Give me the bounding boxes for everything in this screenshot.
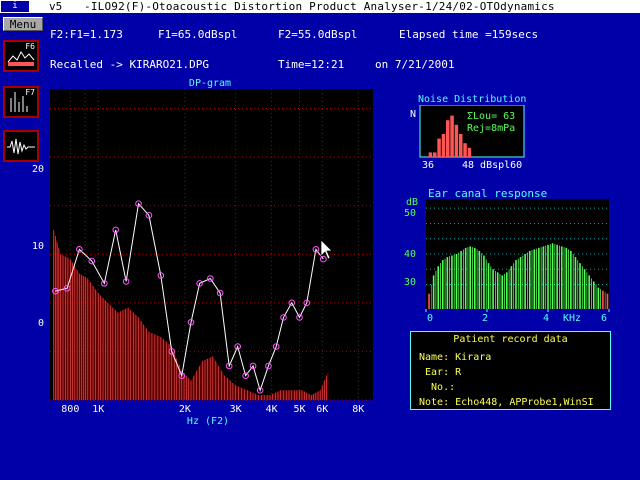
f2-level: F2=55.0dBspl — [278, 28, 358, 41]
patient-record-title: Patient record data — [453, 334, 568, 345]
dpgram-icon — [7, 51, 35, 66]
y-tick-label: 0 — [38, 318, 44, 329]
record-time: Time=12:21 — [278, 58, 345, 71]
system-menu-button[interactable]: i — [1, 1, 29, 12]
elapsed-time: Elapsed time =159secs — [399, 28, 539, 41]
noise-bar — [433, 152, 437, 157]
dpgram-tool-button[interactable]: F6 — [3, 40, 39, 72]
recalled-file: Recalled -> KIRARO21.DPG — [50, 58, 209, 71]
noise-bar — [441, 134, 446, 157]
ear-y-unit: dB — [406, 197, 418, 208]
x-tick-label: 3K — [230, 404, 242, 415]
noise-bar — [454, 124, 459, 157]
noise-x-tick: 36 — [422, 160, 434, 171]
noise-bar — [467, 147, 472, 157]
ear-plot-area — [426, 199, 609, 309]
note-label: Note: — [419, 397, 450, 408]
title-bar: i v5 -ILO92(F)-Otoacoustic Distortion Pr… — [0, 0, 640, 13]
record-date: on 7/21/2001 — [375, 58, 455, 71]
x-tick-label: 8K — [352, 404, 364, 415]
patient-no-row: No.: — [419, 382, 461, 393]
x-tick-label: 800 — [61, 404, 79, 415]
noise-y-label: N — [410, 109, 416, 120]
noise-bar — [450, 115, 454, 157]
window-title: -ILO92(F)-Otoacoustic Distortion Product… — [84, 0, 555, 13]
dpgram-chart: DP-gram 20 10 0 800 1K 2K 3K 4K 5K 6K 8K Hz (F2… — [32, 78, 373, 427]
ear-x-tick: 2 — [482, 313, 488, 324]
dpgram-title: DP-gram — [189, 78, 231, 89]
name-label: Name: — [419, 352, 450, 363]
x-tick-label: 5K — [293, 404, 305, 415]
ear-x-tick: 4 — [543, 313, 549, 324]
noise-bar — [459, 134, 463, 157]
dpgram-y-ticks: 20 10 0 — [32, 164, 44, 329]
ear-y-tick: 50 — [404, 208, 416, 219]
ear-label: Ear: — [419, 367, 450, 378]
f1-level: F1=65.0dBspl — [158, 28, 238, 41]
no-label: No.: — [419, 382, 456, 393]
patient-name-row: Name: Kirara — [419, 352, 491, 363]
noise-bar — [446, 120, 450, 157]
y-tick-label: 20 — [32, 164, 44, 175]
ear-x-tick: 0 — [427, 313, 433, 324]
noise-bar — [437, 138, 441, 157]
note-value: Echo448, APProbe1,WinSI — [455, 397, 594, 408]
name-value: Kirara — [455, 352, 492, 363]
noise-bar — [463, 143, 467, 157]
noise-distribution-chart: N ΣLou= 63 Rej=8mPa 36 48 dBspl60 — [410, 105, 525, 171]
f2-f1-ratio: F2:F1=1.173 — [50, 28, 123, 41]
noise-x-tick: 48 dBspl60 — [462, 160, 522, 171]
x-tick-label: 1K — [92, 404, 104, 415]
x-tick-label: 2K — [179, 404, 191, 415]
patient-note-row: Note: Echo448, APProbe1,WinSI — [419, 397, 594, 408]
ear-x-unit: KHz — [563, 313, 581, 324]
version-label: v5 — [49, 0, 63, 13]
noise-bar — [428, 152, 433, 157]
ear-canal-chart: dB 50 40 30 0 2 4 KHz 6 — [404, 197, 610, 324]
noise-lou-readout: ΣLou= 63 — [467, 111, 515, 122]
x-tick-label: 4K — [266, 404, 278, 415]
patient-record-panel: Patient record data Name: Kirara Ear: R … — [410, 331, 611, 410]
dpgram-x-axis-label: Hz (F2) — [187, 416, 229, 427]
x-tick-label: 6K — [316, 404, 328, 415]
ear-y-ticks: 50 40 30 — [404, 208, 416, 288]
ear-y-tick: 30 — [404, 277, 416, 288]
menu-button[interactable]: Menu — [3, 17, 43, 31]
patient-ear-row: Ear: R — [419, 367, 461, 378]
noise-distribution-title: Noise Distribution — [418, 94, 527, 105]
ear-x-ticks: 0 2 4 KHz 6 — [427, 313, 607, 324]
dpgram-x-ticks: 800 1K 2K 3K 4K 5K 6K 8K — [61, 404, 364, 415]
ear-value: R — [455, 367, 462, 378]
ear-y-tick: 40 — [404, 249, 416, 260]
y-tick-label: 10 — [32, 241, 44, 252]
ear-x-tick: 6 — [601, 313, 607, 324]
noise-rej-readout: Rej=8mPa — [467, 123, 515, 134]
